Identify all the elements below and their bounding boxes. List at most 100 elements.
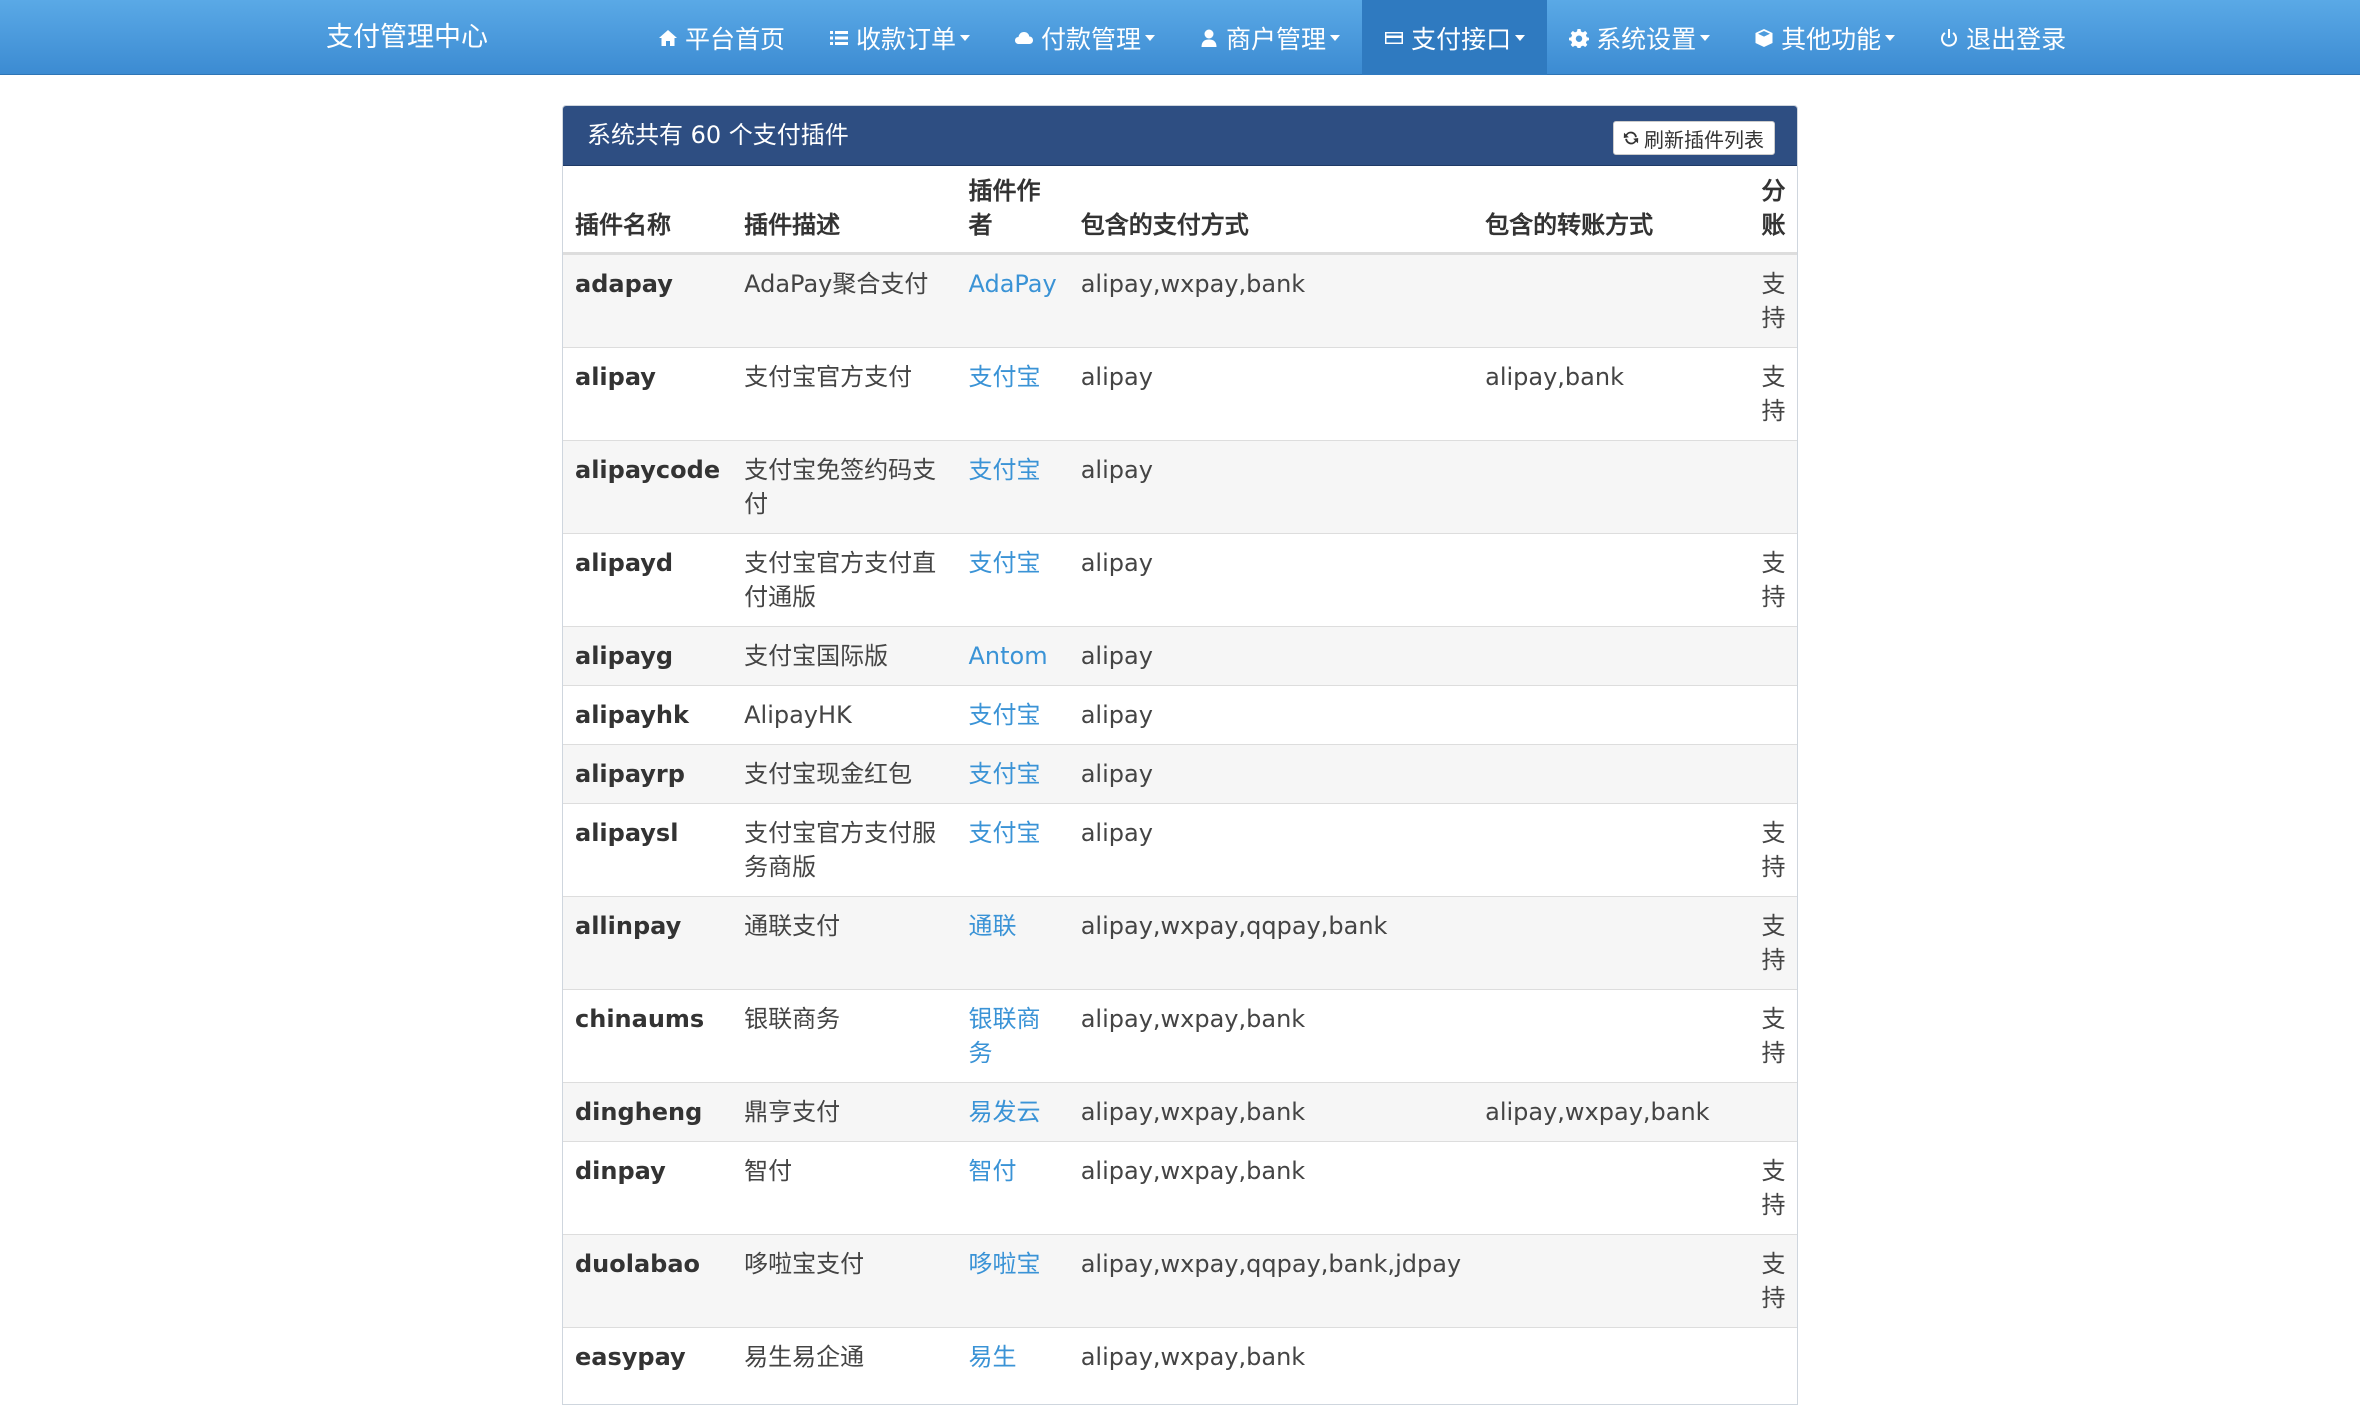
refresh-plugins-button[interactable]: 刷新插件列表 — [1613, 121, 1775, 155]
transfer-methods-cell — [1473, 253, 1754, 348]
list-icon — [830, 30, 849, 45]
chevron-down-icon — [1885, 34, 1896, 41]
plugin-name-cell: adapay — [563, 253, 733, 348]
plugin-author-link[interactable]: 支付宝 — [956, 533, 1069, 627]
plugin-description-cell: 哆啦宝支付 — [732, 1234, 957, 1328]
table-row: duolabao 哆啦宝支付 哆啦宝 alipay,wxpay,qqpay,bank,… — [563, 1234, 1797, 1328]
plugin-description-cell: 易生易企通 — [732, 1327, 957, 1386]
plugin-author-link[interactable]: 通联 — [956, 896, 1069, 990]
plugin-author-link[interactable]: 支付宝 — [956, 347, 1069, 441]
gear-icon — [1569, 28, 1590, 48]
plugin-author-link[interactable]: AdaPay — [956, 253, 1069, 348]
power-icon — [1941, 28, 1958, 47]
split-support-cell: 支持 — [1753, 347, 1797, 441]
plugin-name-cell: chinaums — [563, 989, 733, 1083]
plugin-description-cell: 支付宝官方支付服务商版 — [732, 803, 957, 897]
refresh-label: 刷新插件列表 — [1644, 127, 1764, 152]
plugin-table: 插件名称 插件描述 插件作者 包含的支付方式 包含的转账方式 分账 adapay… — [563, 166, 1797, 1386]
payment-methods-cell: alipay — [1068, 744, 1474, 804]
payment-methods-cell: alipay,wxpay,bank — [1068, 989, 1474, 1083]
column-header-transfer-methods: 包含的转账方式 — [1473, 166, 1754, 255]
plugin-name-cell: easypay — [563, 1327, 733, 1386]
table-row: alipayd 支付宝官方支付直付通版 支付宝 alipay 支持 — [563, 533, 1797, 627]
nav-item-merchants[interactable]: 商户管理 — [1177, 0, 1362, 75]
table-row: easypay 易生易企通 易生 alipay,wxpay,bank — [563, 1327, 1797, 1386]
payment-methods-cell: alipay,wxpay,bank — [1068, 1141, 1474, 1235]
plugin-description-cell: 银联商务 — [732, 989, 957, 1083]
nav-item-label: 平台首页 — [685, 24, 786, 54]
plugin-description-cell: 支付宝现金红包 — [732, 744, 957, 804]
plugin-description-cell: 鼎亨支付 — [732, 1082, 957, 1142]
nav-item-orders[interactable]: 收款订单 — [807, 0, 992, 75]
credit-card-icon — [1385, 31, 1404, 44]
nav-item-logout[interactable]: 退出登录 — [1917, 0, 2088, 75]
brand-title[interactable]: 支付管理中心 — [326, 0, 488, 75]
plugin-author-link[interactable]: 银联商务 — [956, 989, 1069, 1083]
split-support-cell — [1753, 440, 1797, 534]
payment-methods-cell: alipay — [1068, 803, 1474, 897]
transfer-methods-cell — [1473, 440, 1754, 534]
chevron-down-icon — [960, 34, 971, 41]
table-row: dinpay 智付 智付 alipay,wxpay,bank 支持 — [563, 1141, 1797, 1235]
split-support-cell: 支持 — [1753, 1141, 1797, 1235]
plugin-description-cell: 支付宝国际版 — [732, 626, 957, 686]
plugin-name-cell: alipayg — [563, 626, 733, 686]
nav-item-payment-interfaces[interactable]: 支付接口 — [1362, 0, 1548, 75]
transfer-methods-cell — [1473, 685, 1754, 745]
transfer-methods-cell: alipay,wxpay,bank — [1473, 1082, 1754, 1142]
plugin-author-link[interactable]: 智付 — [956, 1141, 1069, 1235]
split-support-cell: 支持 — [1753, 896, 1797, 990]
refresh-icon — [1623, 131, 1639, 145]
plugin-description-cell: AdaPay聚合支付 — [732, 253, 957, 348]
payment-methods-cell: alipay,wxpay,bank — [1068, 1082, 1474, 1142]
nav-item-system-settings[interactable]: 系统设置 — [1547, 0, 1732, 75]
plugin-author-link[interactable]: 易发云 — [956, 1082, 1069, 1142]
chevron-down-icon — [1515, 34, 1526, 41]
split-support-cell — [1753, 744, 1797, 804]
panel-heading: 系统共有 60 个支付插件 刷新插件列表 — [563, 106, 1797, 166]
nav-item-home[interactable]: 平台首页 — [636, 0, 807, 75]
plugin-name-cell: alipaycode — [563, 440, 733, 534]
plugin-author-link[interactable]: 支付宝 — [956, 744, 1069, 804]
plugin-name-cell: duolabao — [563, 1234, 733, 1328]
transfer-methods-cell — [1473, 744, 1754, 804]
home-icon — [659, 29, 677, 46]
transfer-methods-cell — [1473, 626, 1754, 686]
table-row: alipayg 支付宝国际版 Antom alipay — [563, 626, 1797, 686]
plugin-name-cell: alipayhk — [563, 685, 733, 745]
column-header-author: 插件作者 — [956, 166, 1069, 255]
plugin-author-link[interactable]: 支付宝 — [956, 803, 1069, 897]
nav-item-label: 退出登录 — [1966, 24, 2067, 54]
payment-methods-cell: alipay — [1068, 626, 1474, 686]
nav-item-label: 收款订单 — [856, 24, 957, 54]
table-row: alipaycode 支付宝免签约码支付 支付宝 alipay — [563, 440, 1797, 534]
cloud-icon — [1015, 31, 1034, 44]
nav-item-label: 支付接口 — [1411, 24, 1512, 54]
plugin-description-cell: 智付 — [732, 1141, 957, 1235]
column-header-name: 插件名称 — [563, 166, 733, 255]
payment-methods-cell: alipay,wxpay,qqpay,bank — [1068, 896, 1474, 990]
plugin-name-cell: dinpay — [563, 1141, 733, 1235]
transfer-methods-cell — [1473, 989, 1754, 1083]
plugin-author-link[interactable]: 哆啦宝 — [956, 1234, 1069, 1328]
split-support-cell — [1753, 1327, 1797, 1386]
payment-methods-cell: alipay — [1068, 347, 1474, 441]
plugin-description-cell: 通联支付 — [732, 896, 957, 990]
nav-item-payouts[interactable]: 付款管理 — [992, 0, 1177, 75]
split-support-cell: 支持 — [1753, 253, 1797, 348]
plugin-name-cell: alipay — [563, 347, 733, 441]
cube-icon — [1755, 28, 1773, 47]
nav-item-label: 系统设置 — [1596, 24, 1697, 54]
plugin-author-link[interactable]: 支付宝 — [956, 685, 1069, 745]
plugin-author-link[interactable]: Antom — [956, 626, 1069, 686]
table-row: alipayhk AlipayHK 支付宝 alipay — [563, 685, 1797, 745]
nav-item-other-functions[interactable]: 其他功能 — [1732, 0, 1917, 75]
payment-methods-cell: alipay — [1068, 440, 1474, 534]
transfer-methods-cell — [1473, 1141, 1754, 1235]
plugin-author-link[interactable]: 支付宝 — [956, 440, 1069, 534]
top-navbar: 支付管理中心 平台首页 收款订单 付款管理 商户管理 支付接口 系统设置 其他功… — [0, 0, 2360, 75]
plugin-author-link[interactable]: 易生 — [956, 1327, 1069, 1386]
nav-item-label: 商户管理 — [1226, 24, 1327, 54]
transfer-methods-cell — [1473, 1234, 1754, 1328]
table-row: alipayrp 支付宝现金红包 支付宝 alipay — [563, 744, 1797, 804]
